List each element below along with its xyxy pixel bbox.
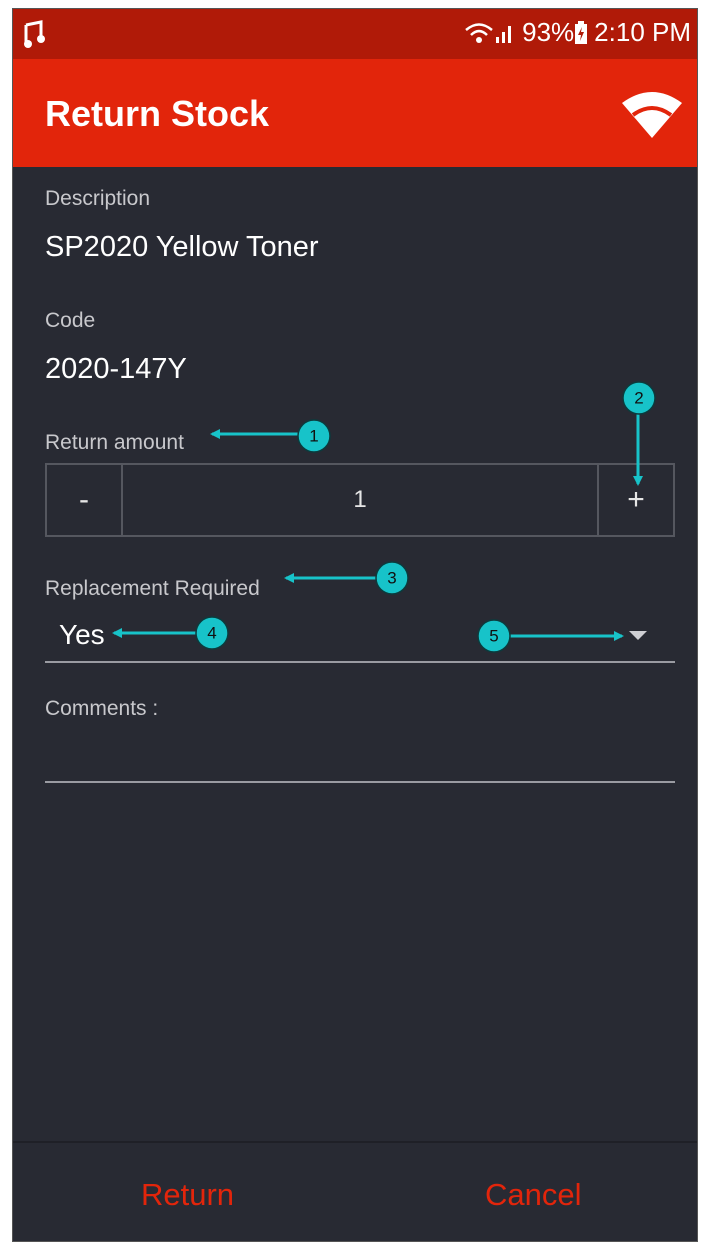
- cell-signal-icon: [496, 25, 512, 43]
- replacement-dropdown[interactable]: Yes: [45, 615, 675, 663]
- app-bar: Return Stock: [13, 59, 697, 167]
- wifi-signal-icon: [465, 22, 493, 43]
- dropdown-arrow-icon[interactable]: [629, 631, 647, 640]
- phone-screen: 93% 2:10 PM Return Stock Description SP2…: [12, 8, 698, 1242]
- page-title: Return Stock: [45, 93, 270, 134]
- return-amount-label: Return amount: [45, 431, 184, 454]
- battery-percent: 93%: [522, 17, 575, 47]
- status-icons: 93% 2:10 PM: [464, 17, 691, 48]
- replacement-required-label: Replacement Required: [45, 577, 260, 600]
- description-value: SP2020 Yellow Toner: [45, 231, 319, 263]
- comments-label: Comments :: [45, 697, 159, 720]
- code-label: Code: [45, 309, 96, 332]
- status-bar: 93% 2:10 PM: [13, 9, 697, 59]
- cancel-button[interactable]: Cancel: [485, 1177, 582, 1213]
- clock: 2:10 PM: [594, 17, 691, 47]
- increment-button[interactable]: +: [599, 465, 673, 535]
- quantity-value[interactable]: 1: [121, 465, 599, 535]
- wifi-icon[interactable]: [621, 89, 683, 139]
- quantity-stepper: - 1 +: [45, 463, 675, 537]
- replacement-selected-value: Yes: [59, 619, 105, 650]
- description-label: Description: [45, 187, 151, 210]
- return-button[interactable]: Return: [141, 1177, 234, 1213]
- code-value: 2020-147Y: [45, 353, 187, 385]
- music-note-icon: [24, 20, 45, 48]
- decrement-button[interactable]: -: [47, 465, 121, 535]
- bottom-action-bar: Return Cancel: [13, 1141, 697, 1241]
- battery-charging-icon: [575, 20, 588, 44]
- comments-input[interactable]: [45, 735, 675, 783]
